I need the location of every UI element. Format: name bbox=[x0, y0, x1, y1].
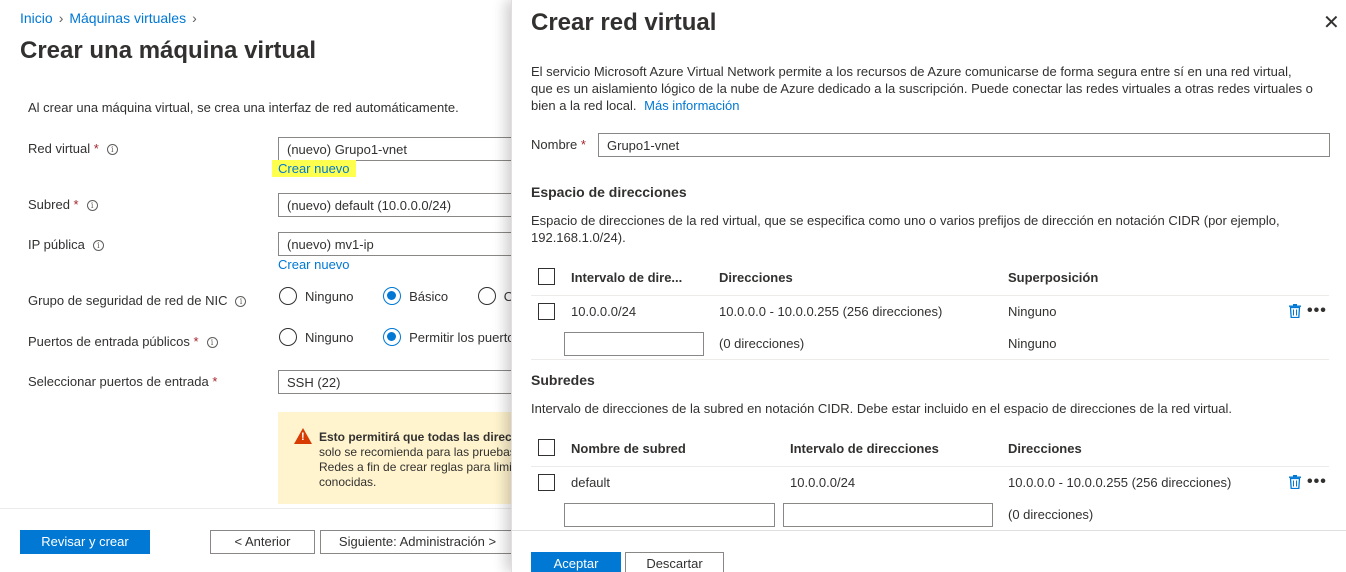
nsg-label: Grupo de seguridad de red de NIC i bbox=[28, 293, 247, 308]
subnets-title: Subredes bbox=[531, 372, 595, 388]
public-ports-option-none[interactable]: Ninguno bbox=[279, 328, 353, 346]
column-header: Superposición bbox=[1008, 270, 1099, 285]
address-overlap-cell: Ninguno bbox=[1008, 304, 1057, 319]
table-divider bbox=[531, 466, 1329, 467]
more-options-icon[interactable]: ••• bbox=[1307, 474, 1327, 490]
nsg-radio-group: Ninguno Básico Opcion bbox=[279, 287, 545, 305]
subnet-range-cell: 10.0.0.0/24 bbox=[790, 475, 856, 490]
info-icon[interactable]: i bbox=[235, 296, 247, 307]
name-input[interactable]: Grupo1-vnet bbox=[598, 133, 1330, 157]
select-ports-label: Seleccionar puertos de entrada * bbox=[28, 374, 218, 389]
vnet-label: Red virtual * i bbox=[28, 141, 118, 156]
address-select-all-checkbox[interactable] bbox=[538, 268, 555, 285]
public-ip-create-new-link[interactable]: Crear nuevo bbox=[278, 257, 350, 272]
address-range-cell: 10.0.0.0/24 bbox=[571, 304, 637, 319]
new-address-overlap-cell: Ninguno bbox=[1008, 336, 1057, 351]
panel-title: Crear red virtual bbox=[531, 9, 717, 36]
subnet-name-cell: default bbox=[571, 475, 611, 490]
page-title: Crear una máquina virtual bbox=[20, 37, 317, 64]
column-header: Intervalo de direcciones bbox=[790, 441, 939, 456]
more-options-icon[interactable]: ••• bbox=[1307, 303, 1327, 319]
trash-icon[interactable] bbox=[1289, 304, 1301, 318]
address-space-description: Espacio de direcciones de la red virtual… bbox=[531, 213, 1280, 245]
subnet-addresses-cell: 10.0.0.0 - 10.0.0.255 (256 direcciones) bbox=[1008, 475, 1232, 490]
trash-icon[interactable] bbox=[1289, 475, 1301, 489]
subnet-label: Subred * i bbox=[28, 197, 98, 212]
public-ports-label: Puertos de entrada públicos * i bbox=[28, 334, 218, 349]
new-subnet-addresses-cell: (0 direcciones) bbox=[1008, 507, 1094, 522]
warning-line: Redes a fin de crear reglas para limita bbox=[319, 460, 522, 474]
create-vnet-panel: Crear red virtual ✕ El servicio Microsof… bbox=[511, 0, 1346, 572]
public-ports-option-allow[interactable]: Permitir los puertos bbox=[383, 328, 521, 346]
public-ip-select[interactable]: (nuevo) mv1-ip bbox=[278, 232, 518, 256]
vnet-create-new-link[interactable]: Crear nuevo bbox=[272, 160, 356, 177]
panel-description: El servicio Microsoft Azure Virtual Netw… bbox=[531, 64, 1313, 113]
review-create-button[interactable]: Revisar y crear bbox=[20, 530, 150, 554]
accept-button[interactable]: Aceptar bbox=[531, 552, 621, 572]
warning-line: conocidas. bbox=[319, 475, 377, 489]
breadcrumb-home-link[interactable]: Inicio bbox=[20, 10, 53, 26]
name-label: Nombre * bbox=[531, 137, 586, 152]
new-subnet-name-input[interactable] bbox=[564, 503, 775, 527]
select-ports-dropdown[interactable]: SSH (22) bbox=[278, 370, 518, 394]
footer-divider bbox=[0, 508, 520, 509]
warning-line: solo se recomienda para las pruebas. bbox=[319, 445, 520, 459]
subnet-select-all-checkbox[interactable] bbox=[538, 439, 555, 456]
next-button[interactable]: Siguiente: Administración > bbox=[320, 530, 515, 554]
chevron-right-icon: › bbox=[58, 10, 64, 26]
info-icon[interactable]: i bbox=[206, 337, 218, 348]
chevron-right-icon: › bbox=[192, 10, 197, 26]
warning-box: ! Esto permitirá que todas las direcci s… bbox=[278, 412, 522, 504]
info-icon[interactable]: i bbox=[106, 144, 118, 155]
column-header: Direcciones bbox=[1008, 441, 1082, 456]
info-icon[interactable]: i bbox=[92, 240, 104, 251]
previous-button[interactable]: < Anterior bbox=[210, 530, 315, 554]
subnets-description: Intervalo de direcciones de la subred en… bbox=[531, 401, 1232, 416]
panel-footer-divider bbox=[512, 530, 1346, 531]
intro-text: Al crear una máquina virtual, se crea un… bbox=[28, 100, 459, 115]
column-header: Direcciones bbox=[719, 270, 793, 285]
table-divider bbox=[531, 359, 1329, 360]
address-row-checkbox[interactable] bbox=[538, 303, 555, 320]
public-ports-radio-group: Ninguno Permitir los puertos bbox=[279, 328, 521, 346]
close-icon[interactable]: ✕ bbox=[1323, 13, 1340, 33]
discard-button[interactable]: Descartar bbox=[625, 552, 724, 572]
address-space-title: Espacio de direcciones bbox=[531, 184, 687, 200]
warning-title: Esto permitirá que todas las direcci bbox=[319, 430, 522, 444]
subnet-row-checkbox[interactable] bbox=[538, 474, 555, 491]
column-header: Nombre de subred bbox=[571, 441, 686, 456]
public-ip-label: IP pública i bbox=[28, 237, 104, 252]
vnet-select[interactable]: (nuevo) Grupo1-vnet bbox=[278, 137, 518, 161]
new-address-count-cell: (0 direcciones) bbox=[719, 336, 805, 351]
breadcrumb: Inicio › Máquinas virtuales › bbox=[20, 10, 203, 26]
address-count-cell: 10.0.0.0 - 10.0.0.255 (256 direcciones) bbox=[719, 304, 943, 319]
new-subnet-range-input[interactable] bbox=[783, 503, 993, 527]
new-address-range-input[interactable] bbox=[564, 332, 704, 356]
warning-icon: ! bbox=[294, 428, 312, 444]
table-divider bbox=[531, 295, 1329, 296]
breadcrumb-vm-link[interactable]: Máquinas virtuales bbox=[69, 10, 186, 26]
more-info-link[interactable]: Más información bbox=[644, 98, 739, 113]
nsg-option-basic[interactable]: Básico bbox=[383, 287, 448, 305]
info-icon[interactable]: i bbox=[86, 200, 98, 211]
nsg-option-none[interactable]: Ninguno bbox=[279, 287, 353, 305]
column-header: Intervalo de dire... bbox=[571, 270, 683, 285]
subnet-select[interactable]: (nuevo) default (10.0.0.0/24) bbox=[278, 193, 518, 217]
